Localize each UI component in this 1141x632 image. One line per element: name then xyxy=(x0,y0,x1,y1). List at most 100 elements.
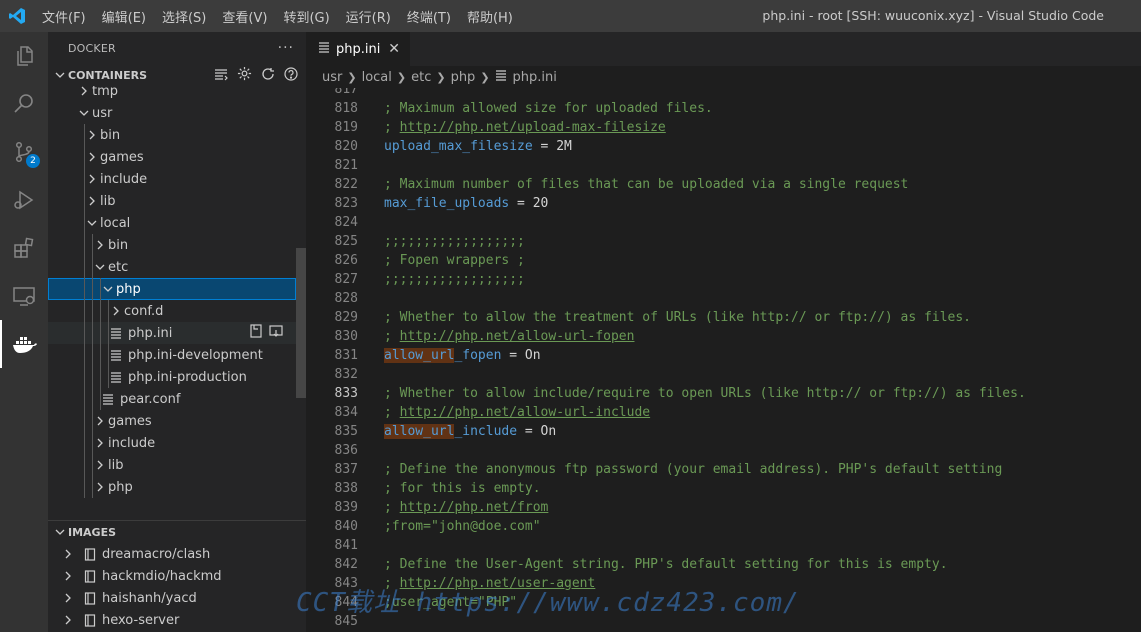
settings-gear-icon[interactable] xyxy=(237,66,252,84)
code-line[interactable]: 839; http://php.net/from xyxy=(306,498,1141,517)
menu-item[interactable]: 运行(R) xyxy=(338,7,399,26)
remote-explorer-icon[interactable] xyxy=(0,272,48,320)
images-section-header[interactable]: IMAGES xyxy=(48,521,306,543)
code-line[interactable]: 819; http://php.net/upload-max-filesize xyxy=(306,118,1141,137)
group-by-icon[interactable] xyxy=(214,67,228,84)
code-line[interactable]: 830; http://php.net/allow-url-fopen xyxy=(306,327,1141,346)
menu-item[interactable]: 转到(G) xyxy=(275,7,337,26)
download-icon[interactable] xyxy=(268,323,284,343)
code-line[interactable]: 822 ; Maximum number of files that can be… xyxy=(306,175,1141,194)
help-icon[interactable] xyxy=(284,66,298,84)
breadcrumb-item[interactable]: php.ini xyxy=(513,70,557,85)
tree-file-item[interactable]: php.ini-development xyxy=(48,344,296,366)
chevron-down-icon xyxy=(52,70,68,80)
code-line[interactable]: 831 allow_url_fopen = On xyxy=(306,346,1141,365)
menu-item[interactable]: 查看(V) xyxy=(214,7,275,26)
tree-item-label: bin xyxy=(100,127,121,143)
close-icon[interactable]: ✕ xyxy=(388,41,400,57)
tree-folder-item[interactable]: local xyxy=(48,212,296,234)
run-debug-icon[interactable] xyxy=(0,176,48,224)
image-item[interactable]: hackmdio/hackmd xyxy=(48,565,306,587)
chevron-right-icon xyxy=(92,240,108,250)
chevron-right-icon xyxy=(92,438,108,448)
tree-folder-item[interactable]: php xyxy=(48,278,296,300)
explorer-icon[interactable] xyxy=(0,32,48,80)
more-actions-icon[interactable]: ··· xyxy=(278,40,294,56)
tree-file-item[interactable]: php.ini-production xyxy=(48,366,296,388)
code-line[interactable]: 835 allow_url_include = On xyxy=(306,422,1141,441)
code-line[interactable]: 838 ; for this is empty. xyxy=(306,479,1141,498)
code-line[interactable]: 842 ; Define the User-Agent string. PHP's… xyxy=(306,555,1141,574)
tree-folder-item[interactable]: games xyxy=(48,146,296,168)
tree-folder-item[interactable]: games xyxy=(48,410,296,432)
tree-folder-item[interactable]: include xyxy=(48,432,296,454)
search-icon[interactable] xyxy=(0,80,48,128)
breadcrumb-item[interactable]: php xyxy=(451,70,476,85)
code-token: ; Fopen wrappers ; xyxy=(384,253,525,268)
tree-folder-item[interactable]: lib xyxy=(48,190,296,212)
indent-guide xyxy=(84,344,85,366)
code-line[interactable]: 833 ; Whether to allow include/require to… xyxy=(306,384,1141,403)
image-item[interactable]: haishanh/yacd xyxy=(48,587,306,609)
indent-guide xyxy=(84,454,85,476)
refresh-icon[interactable] xyxy=(261,67,275,84)
tree-folder-item[interactable]: lib xyxy=(48,454,296,476)
tree-scrollbar[interactable] xyxy=(296,248,306,398)
source-control-icon[interactable]: 2 xyxy=(0,128,48,176)
code-line[interactable]: 817 xyxy=(306,88,1141,99)
code-line[interactable]: 821 xyxy=(306,156,1141,175)
code-line[interactable]: 840 ;from="john@doe.com" xyxy=(306,517,1141,536)
code-line[interactable]: 836 xyxy=(306,441,1141,460)
tree-folder-item[interactable]: usr xyxy=(48,102,296,124)
code-line[interactable]: 818 ; Maximum allowed size for uploaded f… xyxy=(306,99,1141,118)
code-line[interactable]: 826 ; Fopen wrappers ; xyxy=(306,251,1141,270)
containers-section-header[interactable]: CONTAINERS xyxy=(48,64,306,86)
code-text: max_file_uploads = 20 xyxy=(384,194,548,213)
code-editor[interactable]: 817 818 ; Maximum allowed size for uploade… xyxy=(306,88,1141,632)
image-item[interactable]: hexo-server xyxy=(48,609,306,631)
code-line[interactable]: 837 ; Define the anonymous ftp password (… xyxy=(306,460,1141,479)
tree-folder-item[interactable]: bin xyxy=(48,234,296,256)
indent-guide xyxy=(92,322,93,344)
docker-icon[interactable] xyxy=(0,320,48,368)
code-token: ; Maximum allowed size for uploaded file… xyxy=(384,101,713,116)
menu-item[interactable]: 选择(S) xyxy=(154,7,214,26)
code-line[interactable]: 841 xyxy=(306,536,1141,555)
breadcrumb-item[interactable]: etc xyxy=(411,70,431,85)
tree-folder-item[interactable]: tmp xyxy=(48,86,296,102)
tab-php-ini[interactable]: php.ini ✕ xyxy=(306,32,410,66)
code-text: ; http://php.net/allow-url-include xyxy=(384,403,650,422)
code-text: ; Define the anonymous ftp password (you… xyxy=(384,460,1002,479)
tree-folder-item[interactable]: bin xyxy=(48,124,296,146)
chevron-right-icon xyxy=(84,196,100,206)
breadcrumb-item[interactable]: usr xyxy=(322,70,342,85)
code-line[interactable]: 820 upload_max_filesize = 2M xyxy=(306,137,1141,156)
code-line[interactable]: 824 xyxy=(306,213,1141,232)
tree-folder-item[interactable]: etc xyxy=(48,256,296,278)
indent-guide xyxy=(92,234,93,256)
indent-guide xyxy=(100,278,101,300)
extensions-icon[interactable] xyxy=(0,224,48,272)
menu-item[interactable]: 帮助(H) xyxy=(459,7,521,26)
open-file-icon[interactable] xyxy=(248,323,264,343)
breadcrumb-item[interactable]: local xyxy=(362,70,392,85)
tree-file-item[interactable]: pear.conf xyxy=(48,388,296,410)
tree-file-item[interactable]: php.ini xyxy=(48,322,296,344)
image-item[interactable]: dreamacro/clash xyxy=(48,543,306,565)
menu-item[interactable]: 文件(F) xyxy=(34,7,94,26)
tree-folder-item[interactable]: conf.d xyxy=(48,300,296,322)
code-line[interactable]: 825;;;;;;;;;;;;;;;;;; xyxy=(306,232,1141,251)
code-line[interactable]: 828 xyxy=(306,289,1141,308)
tree-folder-item[interactable]: include xyxy=(48,168,296,190)
tree-folder-item[interactable]: php xyxy=(48,476,296,498)
code-line[interactable]: 834; http://php.net/allow-url-include xyxy=(306,403,1141,422)
menu-item[interactable]: 终端(T) xyxy=(399,7,459,26)
code-line[interactable]: 823 max_file_uploads = 20 xyxy=(306,194,1141,213)
menu-item[interactable]: 编辑(E) xyxy=(94,7,154,26)
indent-guide xyxy=(100,344,101,366)
code-line[interactable]: 832 xyxy=(306,365,1141,384)
code-line[interactable]: 829 ; Whether to allow the treatment of U… xyxy=(306,308,1141,327)
activity-bar: 2 xyxy=(0,32,48,632)
code-line[interactable]: 827;;;;;;;;;;;;;;;;;; xyxy=(306,270,1141,289)
line-number: 827 xyxy=(334,272,358,287)
